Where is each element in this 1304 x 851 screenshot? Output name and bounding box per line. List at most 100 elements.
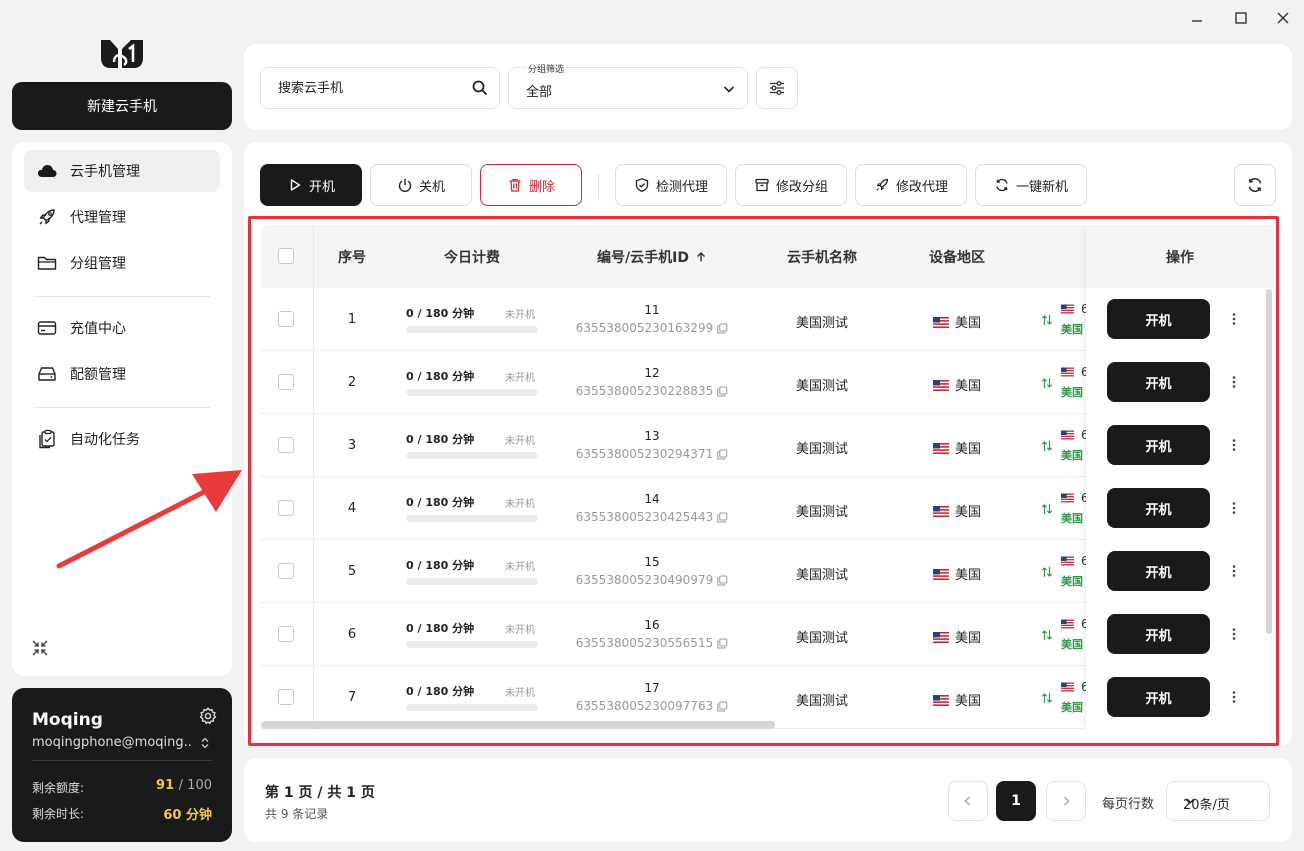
copy-icon[interactable]	[713, 638, 728, 649]
chevron-left-icon	[961, 794, 975, 808]
more-options-icon[interactable]	[1227, 437, 1241, 453]
cloud-phone-id[interactable]: 635538005230228835	[576, 384, 728, 398]
traffic-icon	[1040, 502, 1054, 516]
delete-button[interactable]: 删除	[480, 164, 582, 206]
phone-number: 13	[644, 429, 660, 443]
archive-icon	[754, 177, 770, 193]
storage-icon	[36, 363, 58, 385]
advanced-filter-button[interactable]	[756, 67, 798, 109]
us-flag-icon	[932, 379, 955, 394]
copy-icon[interactable]	[713, 512, 728, 523]
more-options-icon[interactable]	[1227, 626, 1241, 642]
minimize-icon[interactable]	[1188, 9, 1206, 27]
cloud-phone-id[interactable]: 635538005230294371	[576, 447, 728, 461]
sort-arrow-up-icon[interactable]	[695, 251, 707, 263]
sidebar-nav: 云手机管理 代理管理 分组管理 充值中心 配额管理 自动化任务	[12, 142, 232, 676]
column-header-id[interactable]: 编号/云手机ID	[597, 247, 707, 267]
app-logo-icon	[98, 36, 146, 72]
more-options-icon[interactable]	[1227, 689, 1241, 705]
filter-bar: 分组筛选 全部	[244, 44, 1292, 130]
cloud-phone-id[interactable]: 635538005230425443	[576, 510, 728, 524]
cloud-phone-id[interactable]: 635538005230163299	[576, 321, 728, 335]
edit-proxy-button[interactable]: 修改代理	[855, 164, 967, 206]
column-header-name[interactable]: 云手机名称	[787, 247, 857, 267]
start-button[interactable]: 开机	[260, 164, 362, 206]
cloud-phone-id[interactable]: 635538005230490979	[576, 573, 728, 587]
copy-icon[interactable]	[713, 323, 728, 334]
us-flag-icon	[932, 694, 955, 709]
row-checkbox[interactable]	[278, 626, 294, 642]
refresh-list-button[interactable]	[1234, 164, 1276, 206]
sidebar-item-groups[interactable]: 分组管理	[24, 242, 220, 284]
row-start-button[interactable]: 开机	[1107, 299, 1210, 339]
row-start-button[interactable]: 开机	[1107, 677, 1210, 717]
row-start-button[interactable]: 开机	[1107, 362, 1210, 402]
row-checkbox[interactable]	[278, 374, 294, 390]
column-header-index[interactable]: 序号	[338, 247, 366, 267]
one-click-new-button[interactable]: 一键新机	[975, 164, 1087, 206]
row-start-button[interactable]: 开机	[1107, 551, 1210, 591]
row-start-button[interactable]: 开机	[1107, 614, 1210, 654]
copy-icon[interactable]	[713, 449, 728, 460]
horizontal-scrollbar[interactable]	[261, 721, 775, 729]
row-checkbox[interactable]	[278, 437, 294, 453]
vertical-scrollbar[interactable]	[1266, 289, 1272, 634]
sidebar-item-proxy[interactable]: 代理管理	[24, 196, 220, 238]
us-flag-icon	[1061, 619, 1074, 629]
time-value: 60 分钟	[163, 808, 212, 823]
group-filter-value: 全部	[526, 85, 553, 100]
sidebar-item-quota[interactable]: 配额管理	[24, 353, 220, 395]
edit-group-button[interactable]: 修改分组	[735, 164, 847, 206]
close-icon[interactable]	[1274, 9, 1292, 27]
cloud-phone-id[interactable]: 635538005230556515	[576, 636, 728, 650]
sidebar-item-label: 云手机管理	[70, 164, 140, 180]
refresh-icon	[994, 177, 1010, 193]
row-start-button[interactable]: 开机	[1107, 488, 1210, 528]
page-number-button[interactable]: 1	[996, 781, 1036, 821]
sidebar-item-recharge[interactable]: 充值中心	[24, 307, 220, 349]
column-header-region[interactable]: 设备地区	[929, 247, 985, 267]
sidebar-item-automation[interactable]: 自动化任务	[24, 418, 220, 460]
cloud-phone-id[interactable]: 635538005230097763	[576, 699, 728, 713]
more-options-icon[interactable]	[1227, 500, 1241, 516]
new-cloud-phone-button[interactable]: 新建云手机	[12, 82, 232, 130]
copy-icon[interactable]	[713, 575, 728, 586]
user-email: moqingphone@moqing....	[32, 735, 192, 750]
proxy-type: 美国	[1061, 386, 1083, 399]
row-checkbox[interactable]	[278, 311, 294, 327]
row-checkbox[interactable]	[278, 500, 294, 516]
row-checkbox[interactable]	[278, 689, 294, 705]
user-account-card: Moqing moqingphone@moqing.... 剩余额度: 91 /…	[12, 688, 232, 842]
copy-icon[interactable]	[713, 386, 728, 397]
next-page-button[interactable]	[1046, 781, 1086, 821]
page-size-select[interactable]: 20条/页	[1166, 781, 1270, 821]
proxy-type: 美国	[1061, 638, 1083, 651]
sidebar-item-label: 分组管理	[70, 256, 126, 272]
phone-number: 15	[644, 555, 660, 569]
more-options-icon[interactable]	[1227, 563, 1241, 579]
row-checkbox[interactable]	[278, 563, 294, 579]
fee-usage: 0 / 180 分钟	[406, 370, 475, 383]
column-header-fee[interactable]: 今日计费	[444, 247, 500, 267]
row-start-button[interactable]: 开机	[1107, 425, 1210, 465]
group-filter-select[interactable]: 分组筛选 全部	[508, 62, 748, 109]
fee-progress-bar	[406, 704, 538, 711]
stop-button[interactable]: 关机	[370, 164, 472, 206]
maximize-icon[interactable]	[1232, 9, 1250, 27]
fee-status: 未开机	[505, 562, 535, 573]
search-input[interactable]	[261, 68, 451, 108]
prev-page-button[interactable]	[948, 781, 988, 821]
phone-name: 美国测试	[795, 379, 849, 394]
phone-number: 11	[644, 303, 660, 317]
account-switch-icon[interactable]	[198, 736, 212, 750]
check-proxy-button[interactable]: 检测代理	[615, 164, 727, 206]
copy-icon[interactable]	[713, 701, 728, 712]
sidebar-item-cloud-phones[interactable]: 云手机管理	[24, 150, 220, 192]
more-options-icon[interactable]	[1227, 374, 1241, 390]
more-options-icon[interactable]	[1227, 311, 1241, 327]
select-all-checkbox[interactable]	[278, 248, 294, 264]
us-flag-icon	[1061, 430, 1074, 440]
gear-icon[interactable]	[198, 706, 218, 726]
search-icon[interactable]	[471, 79, 489, 97]
collapse-sidebar-icon[interactable]	[30, 638, 50, 658]
